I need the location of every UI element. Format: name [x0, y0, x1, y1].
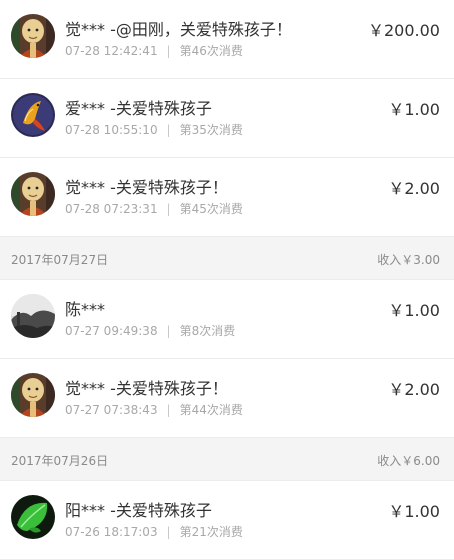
donation-time: 07-28 10:55:10	[65, 123, 158, 137]
monk-avatar-icon	[11, 373, 55, 417]
meta-separator: |	[166, 525, 171, 539]
list-item[interactable]: 觉*** -关爱特殊孩子！ 07-27 07:38:43 | 第44次消费 ￥2.0…	[0, 359, 454, 438]
group-date: 2017年07月27日	[11, 253, 109, 267]
purchase-count: 第35次消费	[179, 123, 243, 137]
monk-avatar-icon	[11, 172, 55, 216]
purchase-count: 第44次消费	[179, 403, 243, 417]
list-item[interactable]: 陈*** 07-27 09:49:38 | 第8次消费 ￥1.00	[0, 280, 454, 359]
meta-separator: |	[166, 324, 171, 338]
monk-avatar-icon	[11, 14, 55, 58]
list-item[interactable]: 阳*** -关爱特殊孩子 07-26 18:17:03 | 第21次消费 ￥1.00	[0, 481, 454, 560]
donation-time: 07-27 07:38:43	[65, 403, 158, 417]
donation-amount: ￥1.00	[388, 301, 440, 320]
group-date: 2017年07月26日	[11, 454, 109, 468]
date-group-header: 2017年07月26日 收入￥6.00	[0, 438, 454, 481]
purchase-count: 第45次消费	[179, 202, 243, 216]
koi-fish-avatar-icon	[11, 93, 55, 137]
donation-message: -@田刚，关爱特殊孩子！	[105, 20, 292, 39]
donation-time: 07-26 18:17:03	[65, 525, 158, 539]
meta-separator: |	[166, 44, 171, 58]
donation-list: 觉*** -@田刚，关爱特殊孩子！ 07-28 12:42:41 | 第46次消费 …	[0, 0, 454, 560]
donation-amount: ￥2.00	[388, 179, 440, 198]
meta-separator: |	[166, 403, 171, 417]
donor-name: 阳***	[65, 501, 106, 520]
donation-message: -关爱特殊孩子！	[105, 379, 228, 398]
donation-time: 07-27 09:49:38	[65, 324, 158, 338]
donor-name: 觉***	[65, 178, 106, 197]
meta-separator: |	[166, 123, 171, 137]
list-item[interactable]: 觉*** -关爱特殊孩子！ 07-28 07:23:31 | 第45次消费 ￥2.0…	[0, 158, 454, 237]
group-income: 收入￥6.00	[377, 454, 440, 468]
donor-name: 觉***	[65, 20, 106, 39]
donation-amount: ￥1.00	[388, 502, 440, 521]
list-item[interactable]: 爱*** -关爱特殊孩子 07-28 10:55:10 | 第35次消费 ￥1.00	[0, 79, 454, 158]
donation-time: 07-28 12:42:41	[65, 44, 158, 58]
donation-amount: ￥200.00	[368, 21, 440, 40]
list-item[interactable]: 觉*** -@田刚，关爱特殊孩子！ 07-28 12:42:41 | 第46次消费 …	[0, 0, 454, 79]
purchase-count: 第21次消费	[179, 525, 243, 539]
donor-name: 陈***	[65, 300, 106, 319]
group-income: 收入￥3.00	[377, 253, 440, 267]
meta-separator: |	[166, 202, 171, 216]
purchase-count: 第46次消费	[179, 44, 243, 58]
landscape-avatar-icon	[11, 294, 55, 338]
purchase-count: 第8次消费	[179, 324, 236, 338]
donation-message: -关爱特殊孩子！	[105, 178, 228, 197]
donor-name: 觉***	[65, 379, 106, 398]
date-group-header: 2017年07月27日 收入￥3.00	[0, 237, 454, 280]
donation-time: 07-28 07:23:31	[65, 202, 158, 216]
green-leaf-avatar-icon	[11, 495, 55, 539]
donation-amount: ￥2.00	[388, 380, 440, 399]
donation-message: -关爱特殊孩子	[105, 501, 212, 520]
donation-amount: ￥1.00	[388, 100, 440, 119]
donation-message: -关爱特殊孩子	[105, 99, 212, 118]
donor-name: 爱***	[65, 99, 106, 118]
